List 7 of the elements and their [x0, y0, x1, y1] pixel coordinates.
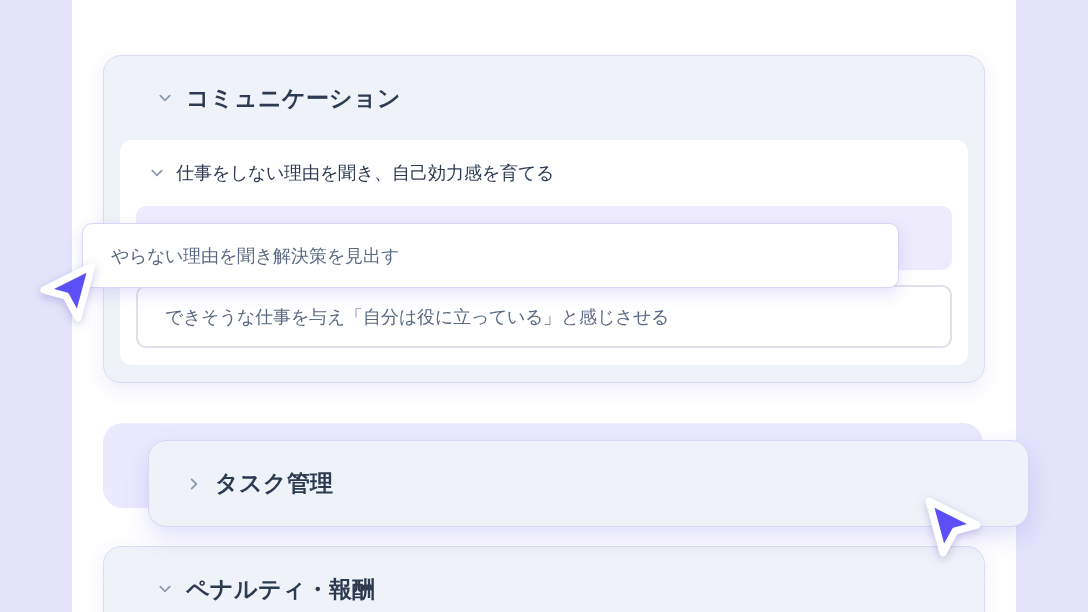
- section-title[interactable]: ペナルティ・報酬: [186, 573, 375, 605]
- dragged-section[interactable]: タスク管理: [148, 440, 1029, 527]
- section-title[interactable]: タスク管理: [215, 468, 333, 499]
- group-title[interactable]: 仕事をしない理由を聞き、自己効力感を育てる: [176, 161, 554, 185]
- list-item[interactable]: できそうな仕事を与え「自分は役に立っている」と感じさせる: [136, 285, 952, 348]
- dragged-item[interactable]: やらない理由を聞き解決策を見出す: [82, 223, 899, 288]
- section-title[interactable]: コミュニケーション: [186, 82, 401, 114]
